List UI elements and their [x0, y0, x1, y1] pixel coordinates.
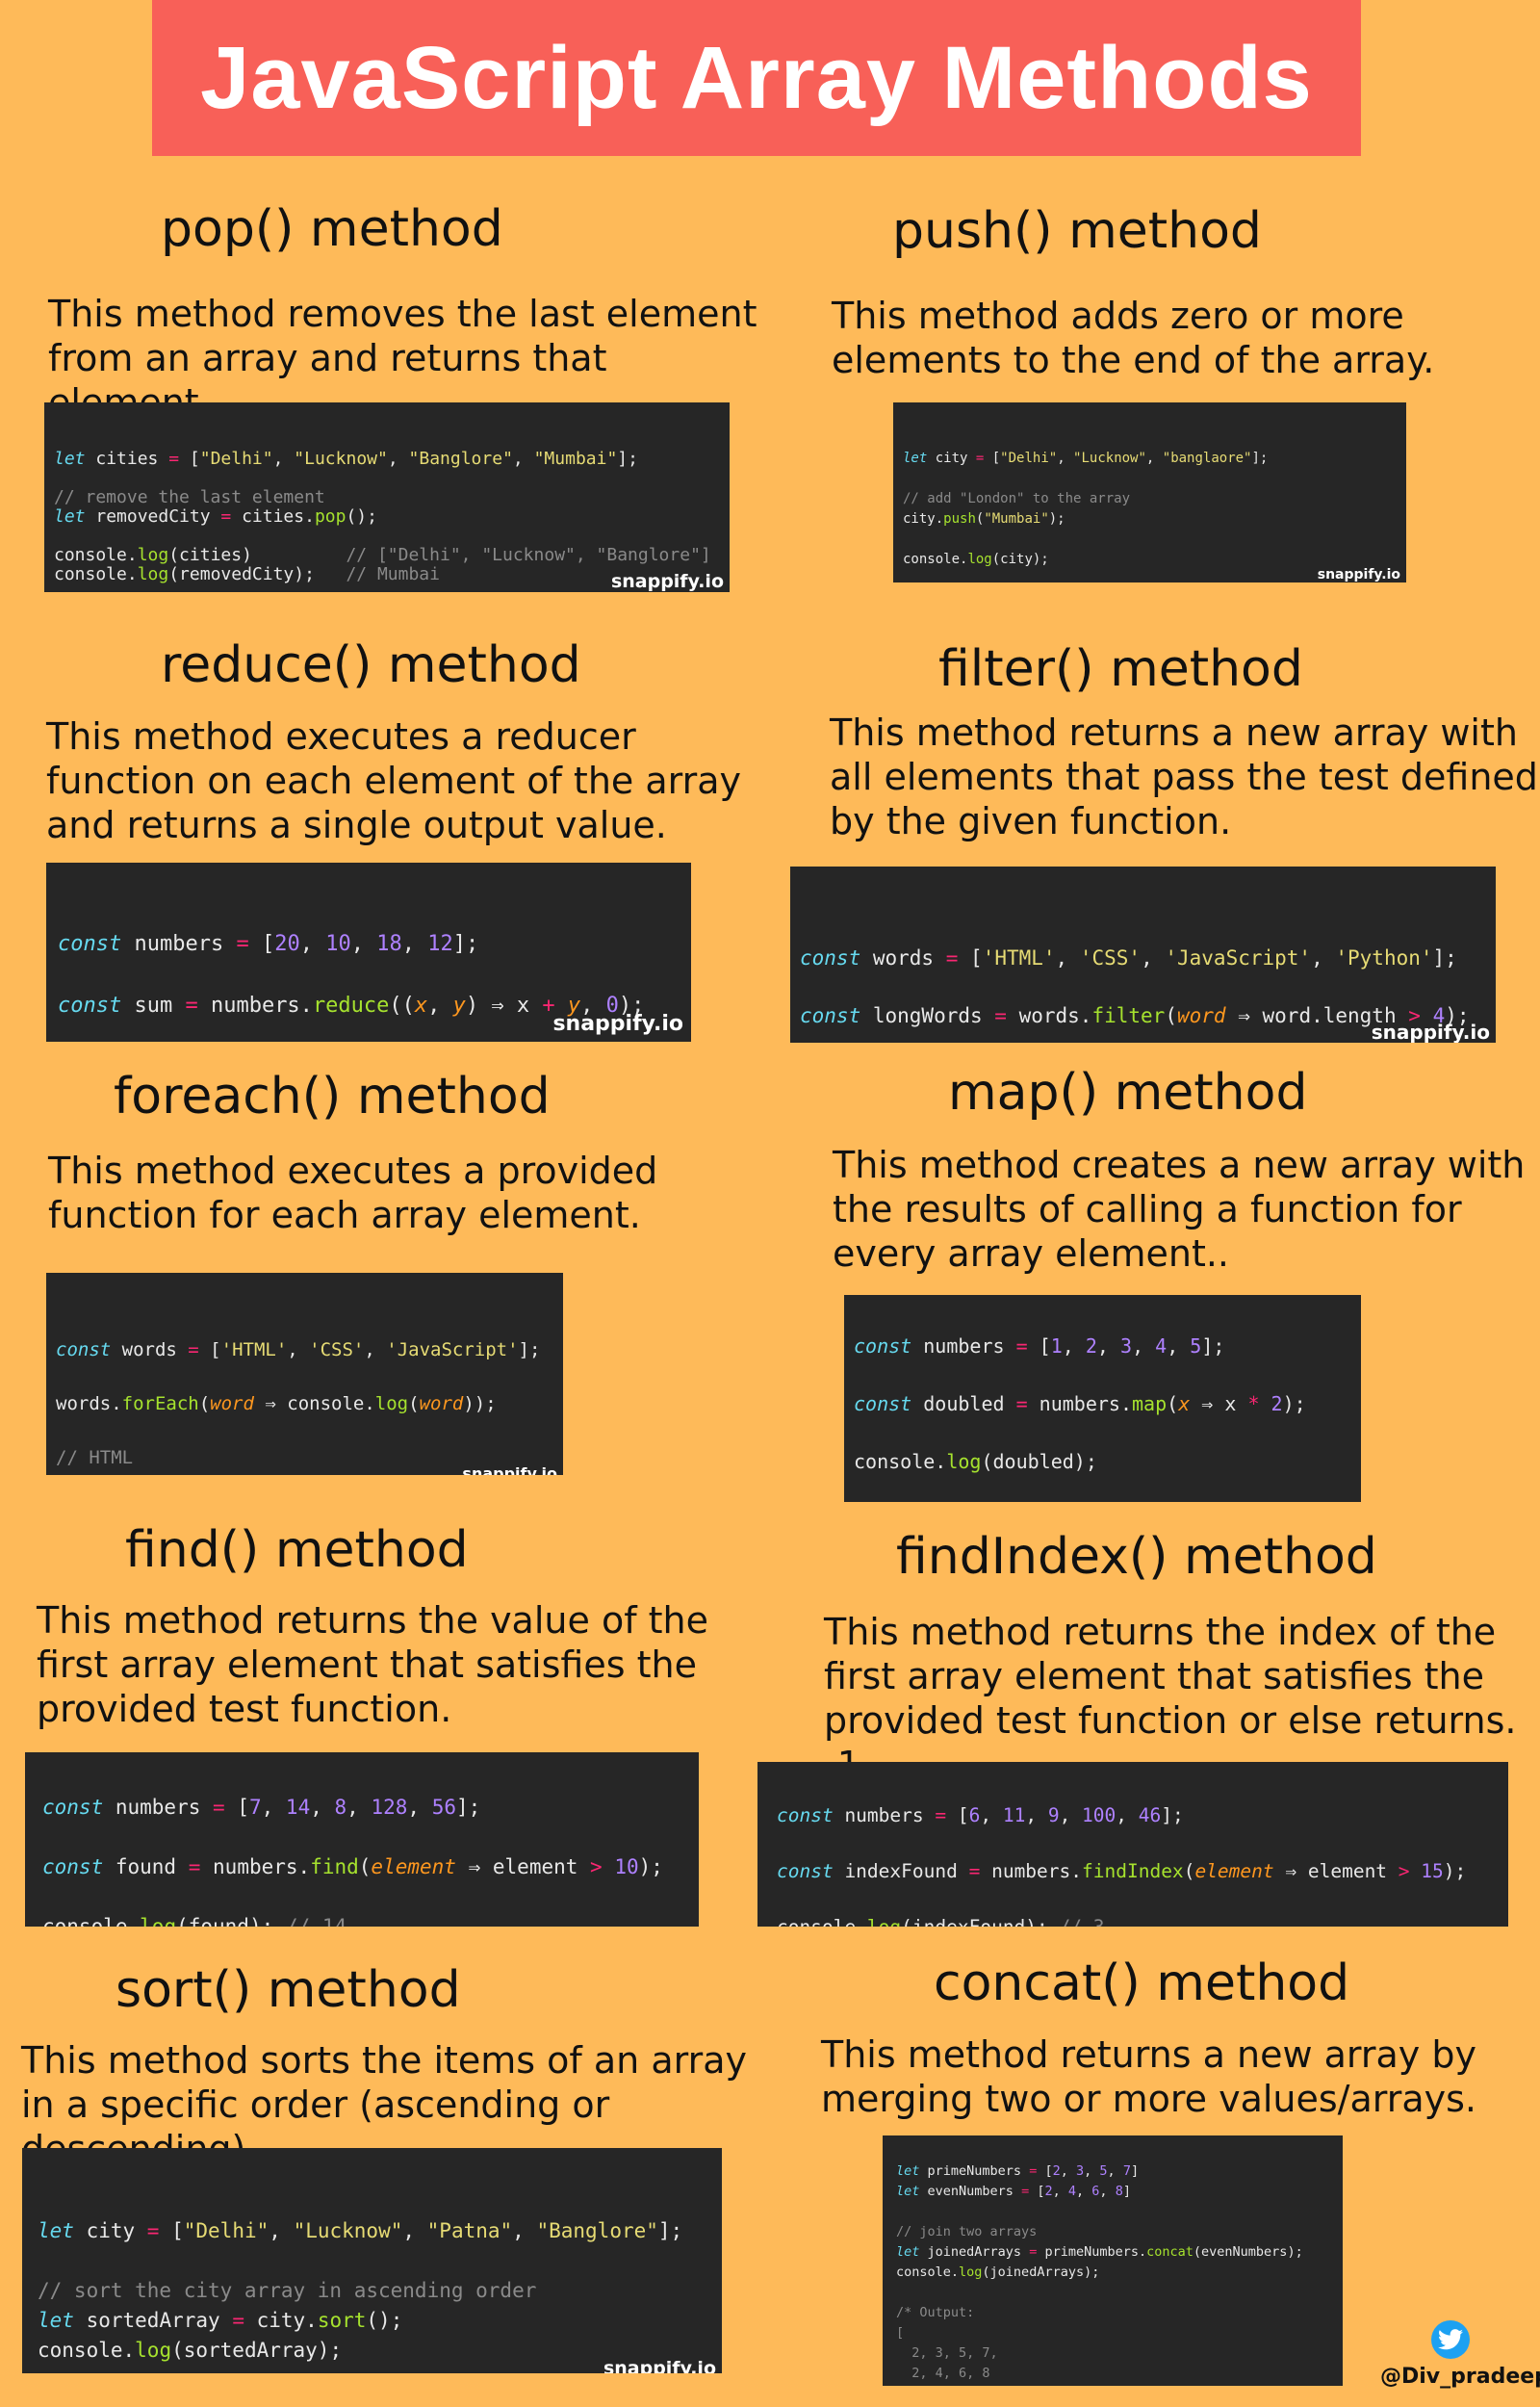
code-line: 2, 4, 6, 8 [896, 2366, 990, 2381]
code-line: // remove the last element [54, 487, 325, 507]
code-line: words.forEach(word ⇒ console.log(word)); [56, 1393, 497, 1414]
code-line: const numbers = [7, 14, 8, 128, 56]; [42, 1796, 481, 1819]
snappify-watermark: snappify.io [1317, 567, 1400, 582]
snappify-watermark: snappify.io [610, 571, 724, 592]
twitter-bird-icon [1438, 2329, 1463, 2350]
code-line: let evenNumbers = [2, 4, 6, 8] [896, 2184, 1131, 2199]
push-description: This method adds zero or more elements t… [832, 295, 1435, 381]
code-line: /* Output: [896, 2305, 975, 2320]
snappify-watermark: snappify.io [603, 2358, 716, 2373]
code-line: city.push("Mumbai"); [903, 511, 1065, 527]
code-line: const words = ['HTML', 'CSS', 'JavaScrip… [800, 946, 1457, 970]
snappify-watermark: snappify.io [1371, 1021, 1490, 1043]
pop-title: pop() method [161, 200, 503, 258]
foreach-code-block: const words = ['HTML', 'CSS', 'JavaScrip… [46, 1273, 563, 1475]
concat-code-block: let primeNumbers = [2, 3, 5, 7] let evenN… [883, 2135, 1343, 2386]
code-line: const numbers = [1, 2, 3, 4, 5]; [854, 1334, 1225, 1358]
code-line: const numbers = [6, 11, 9, 100, 46]; [777, 1804, 1184, 1826]
code-line: let city = ["Delhi", "Lucknow", "banglao… [903, 451, 1269, 466]
code-line: let sortedArray = city.sort(); [38, 2309, 403, 2332]
filter-code-block: const words = ['HTML', 'CSS', 'JavaScrip… [790, 867, 1496, 1043]
code-line: let city = ["Delhi", "Lucknow", "Patna",… [38, 2219, 683, 2242]
code-line: console.log(cities) // ["Delhi", "Luckno… [54, 545, 711, 565]
map-title: map() method [948, 1064, 1308, 1122]
code-line: // add "London" to the array [903, 491, 1131, 506]
reduce-title: reduce() method [161, 636, 581, 694]
map-code-block: const numbers = [1, 2, 3, 4, 5]; const d… [844, 1295, 1361, 1502]
code-line: let joinedArrays = primeNumbers.concat(e… [896, 2244, 1303, 2260]
push-title: push() method [892, 202, 1262, 260]
code-line: ] [896, 2384, 1329, 2386]
reduce-code-block: const numbers = [20, 10, 18, 12]; const … [46, 863, 691, 1042]
header-banner: JavaScript Array Methods [152, 0, 1361, 156]
code-line: // sort the city array in ascending orde… [38, 2279, 537, 2302]
twitter-icon [1431, 2320, 1470, 2359]
concat-title: concat() method [934, 1954, 1350, 2012]
code-line: const indexFound = numbers.findIndex(ele… [777, 1860, 1467, 1882]
foreach-title: foreach() method [114, 1068, 551, 1126]
find-title: find() method [125, 1521, 469, 1579]
code-line: console.log(doubled); [854, 1450, 1097, 1473]
code-line: // join two arrays [896, 2224, 1038, 2239]
push-code-block: let city = ["Delhi", "Lucknow", "banglao… [893, 402, 1406, 582]
filter-title: filter() method [938, 640, 1303, 698]
snappify-watermark: snappify.io [552, 1012, 683, 1036]
code-line: let primeNumbers = [2, 3, 5, 7] [896, 2163, 1140, 2179]
find-code-block: const numbers = [7, 14, 8, 128, 56]; con… [25, 1752, 699, 1927]
code-line: console.log(joinedArrays); [896, 2265, 1100, 2280]
concat-description: This method returns a new array by mergi… [821, 2033, 1476, 2120]
code-line: const words = ['HTML', 'CSS', 'JavaScrip… [56, 1339, 541, 1360]
code-line: console.log(indexFound); // 3 [777, 1913, 1489, 1927]
code-line: let removedCity = cities.pop(); [54, 506, 377, 527]
code-line: console.log(found); // 14 [42, 1915, 347, 1927]
findindex-title: findIndex() method [896, 1528, 1377, 1586]
pop-code-block: let cities = ["Delhi", "Lucknow", "Bangl… [44, 402, 730, 592]
page-title: JavaScript Array Methods [200, 28, 1313, 127]
code-line: 2, 3, 5, 7, [896, 2345, 998, 2361]
sort-title: sort() method [116, 1961, 461, 2019]
findindex-code-block: const numbers = [6, 11, 9, 100, 46]; con… [757, 1762, 1508, 1927]
code-line: const found = numbers.find(element ⇒ ele… [42, 1855, 663, 1878]
code-line: const doubled = numbers.map(x ⇒ x * 2); [854, 1392, 1306, 1415]
reduce-description: This method executes a reducer function … [46, 715, 741, 846]
snappify-watermark: snappify.io [462, 1464, 557, 1475]
code-line: const numbers = [20, 10, 18, 12]; [58, 932, 479, 956]
find-description: This method returns the value of the fir… [37, 1599, 709, 1730]
code-line: [ [896, 2325, 905, 2341]
code-line: let cities = ["Delhi", "Lucknow", "Bangl… [54, 449, 638, 469]
twitter-handle: @Div_pradeep [1380, 2365, 1540, 2389]
findindex-description: This method returns the index of the fir… [824, 1611, 1517, 1786]
foreach-description: This method executes a provided function… [48, 1150, 658, 1236]
filter-description: This method returns a new array with all… [830, 712, 1538, 842]
map-description: This method creates a new array with the… [833, 1144, 1526, 1275]
sort-code-block: let city = ["Delhi", "Lucknow", "Patna",… [22, 2148, 722, 2373]
